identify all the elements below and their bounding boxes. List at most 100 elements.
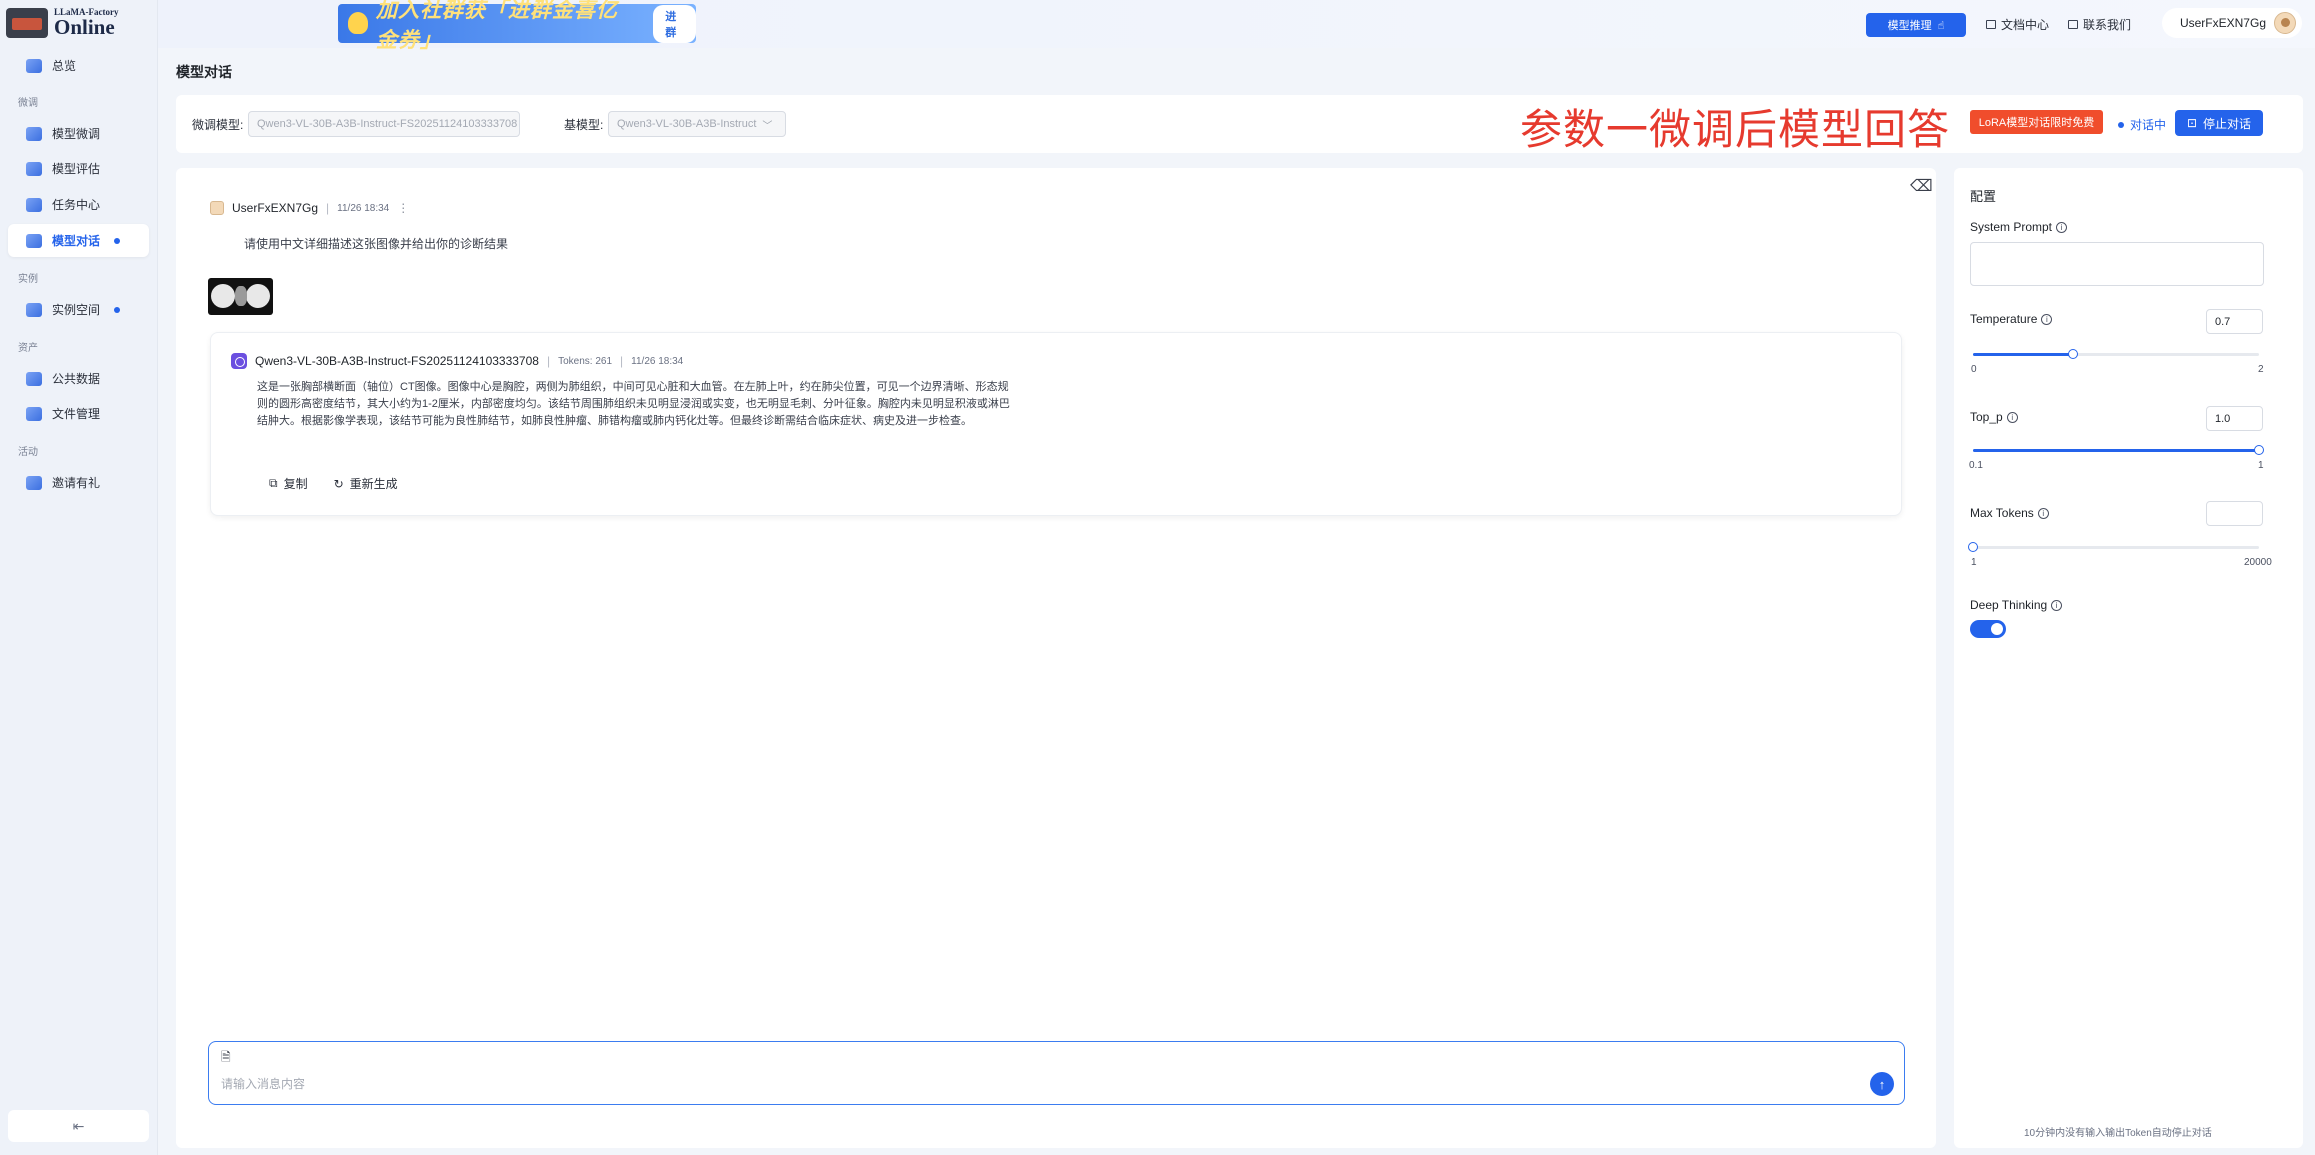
chat-status: 对话中	[2118, 116, 2166, 133]
sidebar-group-activity: 活动	[18, 447, 38, 458]
sidebar-item-finetune[interactable]: 模型微调	[8, 117, 149, 150]
regenerate-label: 重新生成	[349, 477, 398, 491]
status-text: 对话中	[2130, 118, 2167, 132]
temperature-min: 0	[1971, 364, 1977, 375]
max-tokens-slider[interactable]	[1968, 542, 2259, 552]
slider-thumb[interactable]	[2068, 349, 2079, 359]
model-inference-button[interactable]: 模型推理 ☝	[1866, 13, 1966, 37]
sidebar-item-chat[interactable]: 模型对话	[8, 224, 149, 257]
user-menu[interactable]: UserFxEXN7Gg	[2162, 8, 2302, 38]
base-model-select[interactable]: Qwen3-VL-30B-A3B-Instruct ﹀	[608, 111, 786, 137]
info-icon[interactable]: i	[2037, 507, 2049, 519]
top-p-label: Top_p i	[1970, 410, 2018, 424]
stop-chat-label: 停止对话	[2203, 116, 2252, 131]
sidebar-item-public-data[interactable]: 公共数据	[8, 362, 149, 395]
sidebar-item-evaluate[interactable]: 模型评估	[8, 152, 149, 185]
finetuned-model-select[interactable]: Qwen3-VL-30B-A3B-Instruct-FS202511241033…	[248, 111, 520, 137]
deep-thinking-toggle[interactable]	[1970, 620, 2006, 638]
user-message-text: 请使用中文详细描述这张图像并给出你的诊断结果	[244, 237, 509, 251]
top-p-input[interactable]	[2206, 406, 2263, 431]
folder-icon	[26, 406, 42, 421]
temperature-label-text: Temperature	[1970, 312, 2038, 326]
docs-link[interactable]: 文档中心	[1986, 16, 2049, 33]
deep-thinking-label-text: Deep Thinking	[1970, 598, 2048, 612]
model-inference-label: 模型推理	[1887, 20, 1932, 32]
system-prompt-input[interactable]	[1970, 242, 2264, 286]
ct-image-thumbnail[interactable]	[208, 278, 273, 315]
config-title: 配置	[1970, 189, 1997, 204]
sidebar-item-label: 模型评估	[52, 162, 101, 176]
status-dot	[114, 306, 121, 313]
annotation-overlay-title: 参数一微调后模型回答	[1520, 105, 1951, 154]
regenerate-button[interactable]: ↻ 重新生成	[334, 475, 398, 492]
chat-icon	[26, 233, 42, 248]
sidebar-item-overview[interactable]: 总览	[8, 49, 149, 82]
finetuned-model-value: Qwen3-VL-30B-A3B-Instruct-FS202511241033…	[257, 118, 518, 130]
more-options-icon[interactable]: ⋮	[397, 201, 409, 215]
slider-fill	[1973, 353, 2074, 356]
temperature-slider[interactable]	[1973, 349, 2259, 359]
copy-button[interactable]: ⧉ 复制	[269, 475, 308, 492]
auto-stop-footnote: 10分钟内没有输入输出Token自动停止对话	[2024, 1128, 2212, 1139]
logo-main-text: Online	[54, 15, 115, 39]
info-icon[interactable]: i	[2006, 411, 2018, 423]
docs-link-label: 文档中心	[2001, 18, 2050, 32]
sidebar-item-label: 文件管理	[52, 407, 101, 421]
temperature-label: Temperature i	[1970, 312, 2053, 326]
slider-thumb[interactable]	[2254, 445, 2264, 455]
answer-time: 11/26 18:34	[631, 355, 684, 367]
clear-chat-icon[interactable]: ⌫	[1910, 176, 1933, 196]
system-prompt-label: System Prompt i	[1970, 220, 2068, 234]
sidebar-group-finetune: 微调	[18, 98, 38, 109]
ct-heart	[235, 286, 247, 306]
max-tokens-min: 1	[1971, 557, 1977, 568]
answer-text: 这是一张胸部横断面（轴位）CT图像。图像中心是胸腔，两侧为肺组织，中间可见心脏和…	[257, 381, 1010, 427]
info-icon[interactable]: i	[2056, 221, 2068, 233]
info-icon[interactable]: i	[2051, 599, 2063, 611]
sidebar: LLaMA-Factory Online 总览 微调 模型微调 模型评估 任务中…	[0, 0, 158, 1155]
info-icon[interactable]: i	[2041, 313, 2053, 325]
refresh-icon: ↻	[333, 476, 344, 491]
collapse-sidebar-icon: ⇤	[72, 1117, 85, 1134]
temperature-input[interactable]	[2206, 309, 2263, 334]
message-composer: 🗎 ↑	[208, 1041, 1905, 1105]
username: UserFxEXN7Gg	[2179, 16, 2266, 30]
slider-thumb[interactable]	[1968, 542, 1978, 552]
sidebar-item-label: 公共数据	[52, 372, 101, 386]
sidebar-group-assets: 资产	[18, 343, 38, 354]
sidebar-item-label: 总览	[52, 59, 77, 73]
contact-link[interactable]: 联系我们	[2068, 16, 2131, 33]
separator: |	[326, 201, 330, 215]
max-tokens-input[interactable]	[2206, 501, 2263, 526]
sidebar-item-label: 模型对话	[52, 234, 101, 248]
max-tokens-max: 20000	[2244, 557, 2272, 568]
max-tokens-label-text: Max Tokens	[1970, 506, 2034, 520]
sidebar-item-tasks[interactable]: 任务中心	[8, 188, 149, 221]
sidebar-item-label: 实例空间	[52, 303, 101, 317]
finetune-icon	[26, 126, 42, 141]
base-model-value: Qwen3-VL-30B-A3B-Instruct	[617, 118, 757, 130]
top-p-slider[interactable]	[1973, 445, 2264, 455]
answer-actions: ⧉ 复制 ↻ 重新生成	[269, 475, 398, 492]
collapse-sidebar-button[interactable]: ⇤	[8, 1110, 149, 1142]
chat-panel: ⌫ UserFxEXN7Gg | 11/26 18:34 ⋮ 请使用中文详细描述…	[176, 168, 1936, 1148]
model-bot-icon	[231, 353, 247, 369]
attach-file-icon[interactable]: 🗎	[221, 1048, 231, 1069]
sidebar-item-files[interactable]: 文件管理	[8, 397, 149, 430]
join-group-button[interactable]: 进群	[653, 4, 696, 43]
pointer-hand-icon: ☝	[1937, 19, 1945, 32]
ct-lung-left	[211, 284, 235, 308]
sidebar-item-instance-space[interactable]: 实例空间	[8, 293, 149, 326]
llama-factory-logo-icon	[6, 8, 48, 38]
banner-text: 加入社群获「进群金喜亿金券」	[376, 0, 618, 52]
logo[interactable]: LLaMA-Factory Online	[6, 6, 156, 40]
top-p-label-text: Top_p	[1970, 410, 2003, 424]
stop-chat-button[interactable]: ⊡ 停止对话	[2175, 110, 2263, 136]
promo-banner[interactable]: 加入社群获「进群金喜亿金券」 进群	[338, 0, 696, 52]
copy-icon: ⧉	[269, 476, 278, 490]
message-input[interactable]	[221, 1072, 1841, 1096]
sidebar-item-invite[interactable]: 邀请有礼	[8, 466, 149, 499]
monitor-icon	[2068, 20, 2078, 29]
send-button[interactable]: ↑	[1870, 1072, 1894, 1096]
ct-lung-right	[246, 284, 270, 308]
